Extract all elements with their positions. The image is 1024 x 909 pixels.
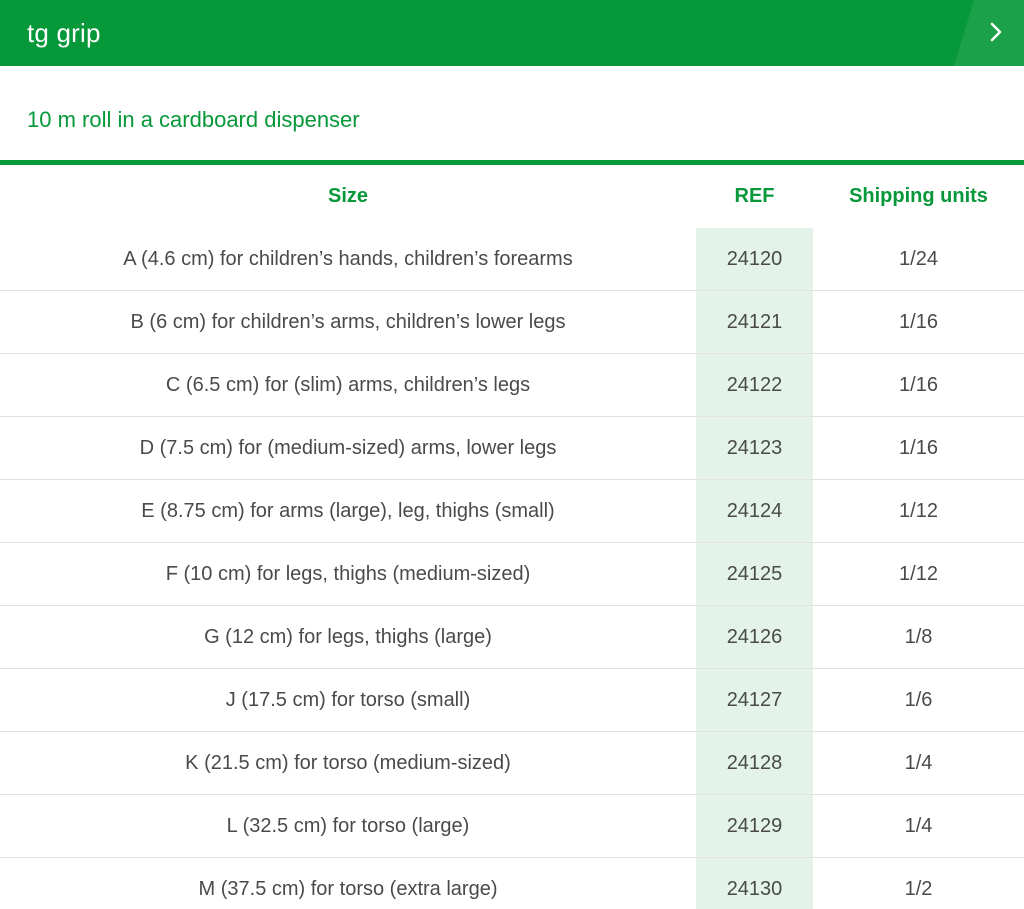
- expand-button[interactable]: [954, 0, 1024, 66]
- product-subtitle: 10 m roll in a cardboard dispenser: [27, 107, 360, 132]
- ref-cell: 24127: [696, 668, 813, 732]
- size-cell: F (10 cm) for legs, thighs (medium-sized…: [0, 542, 696, 606]
- column-header-shipping-units: Shipping units: [849, 185, 988, 207]
- table-row: J (17.5 cm) for torso (small) 24127 1/6: [0, 668, 1024, 732]
- ref-cell: 24121: [696, 290, 813, 354]
- table-row: B (6 cm) for children’s arms, children’s…: [0, 290, 1024, 354]
- size-cell: M (37.5 cm) for torso (extra large): [0, 857, 696, 909]
- shipping-units-cell: 1/8: [813, 605, 1024, 669]
- ref-cell: 24129: [696, 794, 813, 858]
- shipping-units-cell: 1/6: [813, 668, 1024, 732]
- table-row: F (10 cm) for legs, thighs (medium-sized…: [0, 542, 1024, 606]
- ref-cell: 24125: [696, 542, 813, 606]
- shipping-units-cell: 1/2: [813, 857, 1024, 909]
- shipping-units-cell: 1/16: [813, 290, 1024, 354]
- ref-cell: 24120: [696, 228, 813, 291]
- column-header-size: Size: [327, 185, 369, 207]
- shipping-units-cell: 1/4: [813, 731, 1024, 795]
- shipping-units-cell: 1/4: [813, 794, 1024, 858]
- size-cell: J (17.5 cm) for torso (small): [0, 668, 696, 732]
- ref-cell: 24124: [696, 479, 813, 543]
- table-row: L (32.5 cm) for torso (large) 24129 1/4: [0, 794, 1024, 858]
- shipping-units-cell: 1/16: [813, 353, 1024, 417]
- column-header-ref: REF: [734, 185, 775, 207]
- table-header-row: Size REF Shipping units: [0, 165, 1024, 228]
- size-cell: D (7.5 cm) for (medium-sized) arms, lowe…: [0, 416, 696, 480]
- chevron-right-icon: [990, 22, 1002, 42]
- size-cell: C (6.5 cm) for (slim) arms, children’s l…: [0, 353, 696, 417]
- table-row: M (37.5 cm) for torso (extra large) 2413…: [0, 857, 1024, 909]
- size-cell: K (21.5 cm) for torso (medium-sized): [0, 731, 696, 795]
- size-table: Size REF Shipping units A (4.6 cm) for c…: [0, 165, 1024, 909]
- shipping-units-cell: 1/12: [813, 479, 1024, 543]
- shipping-units-cell: 1/24: [899, 247, 938, 270]
- size-cell: E (8.75 cm) for arms (large), leg, thigh…: [0, 479, 696, 543]
- product-title: tg grip: [27, 18, 101, 48]
- ref-cell: 24122: [696, 353, 813, 417]
- ref-cell: 24123: [696, 416, 813, 480]
- table-row: C (6.5 cm) for (slim) arms, children’s l…: [0, 353, 1024, 417]
- ref-cell: 24130: [696, 857, 813, 909]
- size-cell: L (32.5 cm) for torso (large): [0, 794, 696, 858]
- table-row: K (21.5 cm) for torso (medium-sized) 241…: [0, 731, 1024, 795]
- table-row: E (8.75 cm) for arms (large), leg, thigh…: [0, 479, 1024, 543]
- ref-cell: 24126: [696, 605, 813, 669]
- product-header: tg grip: [0, 0, 1024, 66]
- table-row: G (12 cm) for legs, thighs (large) 24126…: [0, 605, 1024, 669]
- size-cell: B (6 cm) for children’s arms, children’s…: [0, 290, 696, 354]
- size-cell: A (4.6 cm) for children’s hands, childre…: [123, 247, 573, 270]
- table-row: A (4.6 cm) for children’s hands, childre…: [0, 228, 1024, 291]
- table-row: D (7.5 cm) for (medium-sized) arms, lowe…: [0, 416, 1024, 480]
- shipping-units-cell: 1/12: [813, 542, 1024, 606]
- size-cell: G (12 cm) for legs, thighs (large): [0, 605, 696, 669]
- shipping-units-cell: 1/16: [813, 416, 1024, 480]
- subtitle-section: 10 m roll in a cardboard dispenser: [0, 66, 1024, 165]
- ref-cell: 24128: [696, 731, 813, 795]
